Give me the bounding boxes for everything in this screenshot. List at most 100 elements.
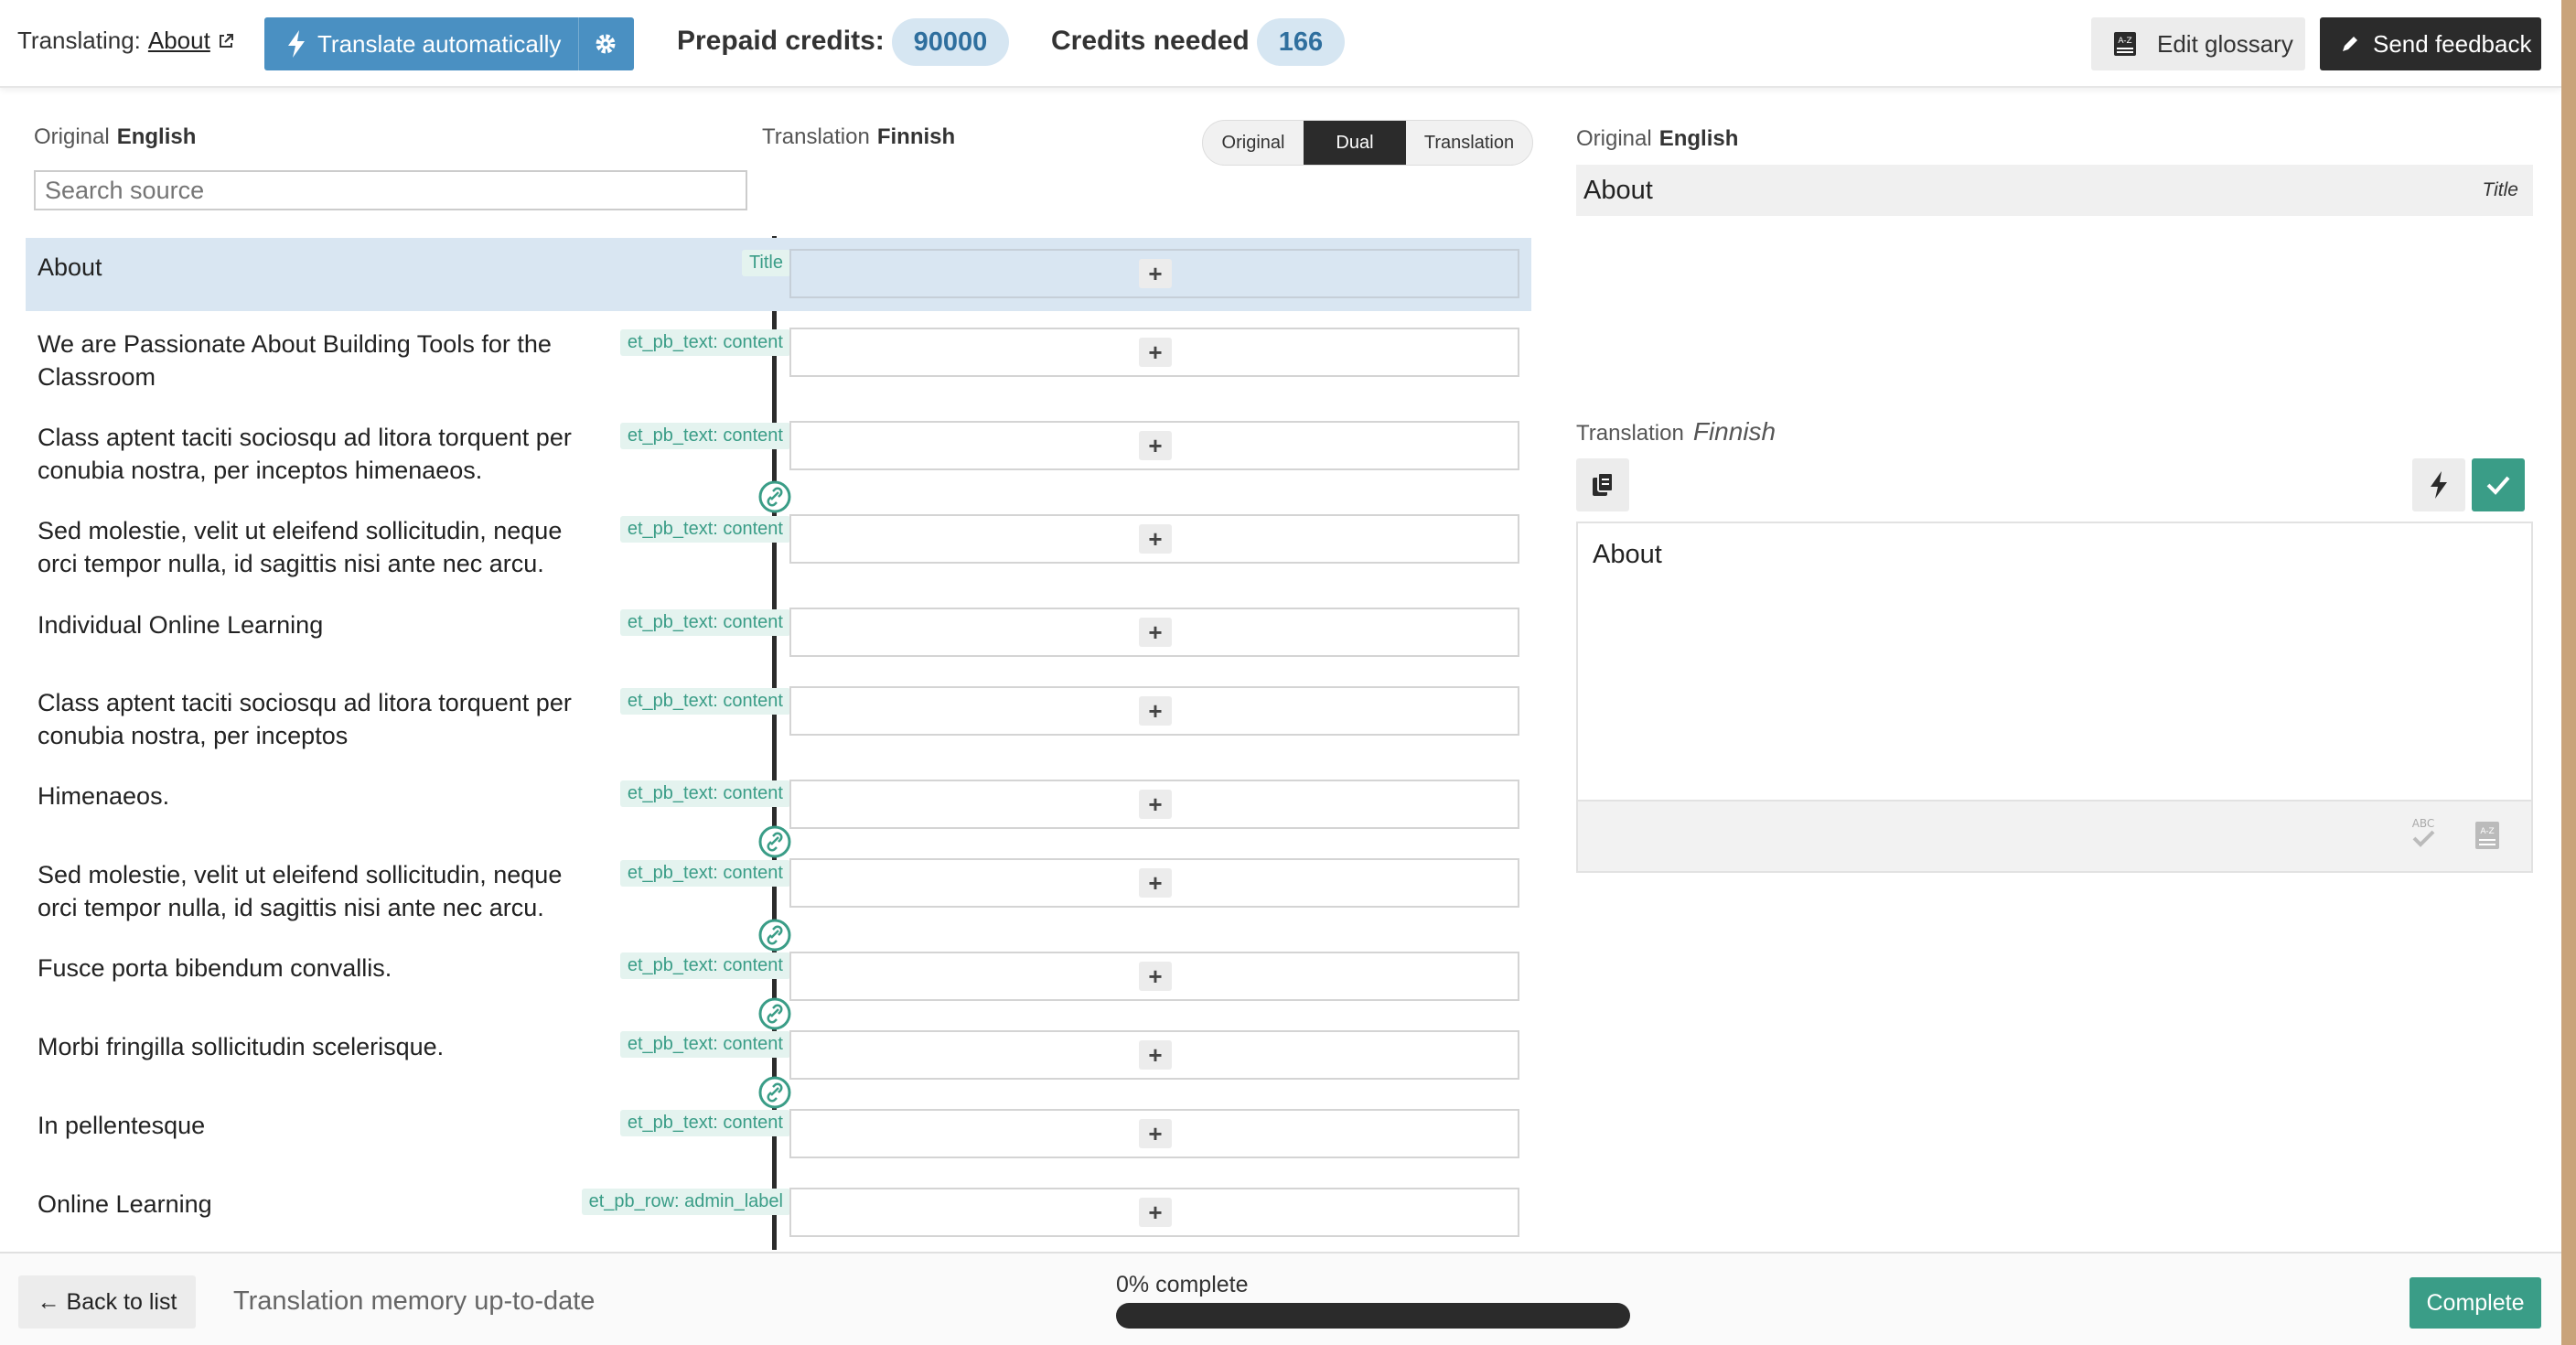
add-translation-button[interactable]: + <box>1139 1119 1172 1148</box>
link-icon[interactable] <box>758 1076 791 1109</box>
translating-label: Translating: <box>17 27 141 54</box>
translation-language: Finnish <box>876 124 956 149</box>
segment-target[interactable]: + <box>789 421 1519 470</box>
editor-footer: ABC A-Z <box>1578 800 2531 871</box>
link-icon[interactable] <box>758 997 791 1030</box>
segment-row[interactable]: We are Passionate About Building Tools f… <box>26 317 1531 399</box>
segment-target[interactable]: + <box>789 328 1519 377</box>
link-icon[interactable] <box>758 825 791 858</box>
bolt-icon <box>288 30 305 58</box>
view-mode-dual[interactable]: Dual <box>1304 121 1406 165</box>
segment-tag: Title <box>741 250 790 276</box>
add-translation-button[interactable]: + <box>1139 1040 1172 1070</box>
segment-tag: et_pb_row: admin_label <box>581 1189 790 1215</box>
page-link[interactable]: About <box>148 27 210 55</box>
credits-needed-label: Credits needed <box>1051 26 1250 56</box>
segment-source: Individual Online Learning <box>38 611 324 639</box>
add-translation-button[interactable]: + <box>1139 259 1172 288</box>
segment-target[interactable]: + <box>789 952 1519 1001</box>
add-translation-button[interactable]: + <box>1139 868 1172 898</box>
translation-editor[interactable]: About ABC A-Z <box>1576 522 2533 873</box>
translation-label: Translation <box>762 124 870 149</box>
detail-original-label: Original <box>1576 126 1652 151</box>
translate-automatically-label: Translate automatically <box>317 29 562 58</box>
segment-source: In pellentesque <box>38 1112 206 1139</box>
segment-target[interactable]: + <box>789 686 1519 736</box>
original-column-header: Original English <box>34 124 196 150</box>
edit-glossary-button[interactable]: A-Z Edit glossary <box>2091 17 2305 70</box>
view-mode-original[interactable]: Original <box>1203 121 1304 165</box>
complete-button[interactable]: Complete <box>2410 1277 2541 1329</box>
segment-tag: et_pb_text: content <box>619 609 790 636</box>
confirm-translation-button[interactable] <box>2472 458 2525 511</box>
translation-memory-status: Translation memory up-to-date <box>233 1286 596 1316</box>
check-icon <box>2486 476 2510 495</box>
add-translation-button[interactable]: + <box>1139 790 1172 819</box>
add-translation-button[interactable]: + <box>1139 962 1172 991</box>
segment-target[interactable]: + <box>789 608 1519 657</box>
segment-tag: et_pb_text: content <box>619 1110 790 1136</box>
segment-source: Sed molestie, velit ut eleifend sollicit… <box>38 861 563 921</box>
search-source-input[interactable] <box>34 170 747 210</box>
edit-glossary-label: Edit glossary <box>2157 29 2293 58</box>
segment-source: Online Learning <box>38 1190 212 1218</box>
add-translation-button[interactable]: + <box>1139 524 1172 554</box>
segment-target[interactable]: + <box>789 514 1519 564</box>
progress-bar <box>1116 1303 1630 1329</box>
add-translation-button[interactable]: + <box>1139 1198 1172 1227</box>
progress-label: 0% complete <box>1116 1272 1249 1297</box>
segment-row[interactable]: Individual Online Learning et_pb_text: c… <box>26 597 1531 670</box>
add-translation-button[interactable]: + <box>1139 338 1172 367</box>
translate-automatically-button[interactable]: Translate automatically <box>264 17 634 70</box>
copy-source-button[interactable] <box>1576 458 1629 511</box>
segment-target[interactable]: + <box>789 1030 1519 1080</box>
translating-indicator: Translating: About <box>17 27 234 55</box>
svg-text:ABC: ABC <box>2412 817 2435 830</box>
original-language: English <box>116 124 197 149</box>
back-to-list-button[interactable]: ← Back to list <box>18 1275 196 1329</box>
copy-icon <box>1593 472 1614 496</box>
top-bar: Translating: About Translate automatical… <box>0 0 2561 88</box>
segment-row[interactable]: In pellentesque et_pb_text: content + <box>26 1098 1531 1171</box>
segment-row[interactable]: Online Learning et_pb_row: admin_label + <box>26 1177 1531 1250</box>
segment-source: About <box>38 253 102 281</box>
pencil-icon <box>2343 37 2357 51</box>
send-feedback-label: Send feedback <box>2373 29 2532 58</box>
glossary-icon: A-Z <box>2114 32 2136 56</box>
segment-source: Fusce porta bibendum convallis. <box>38 954 392 982</box>
view-mode-toggle: Original Dual Translation <box>1202 120 1533 166</box>
link-icon[interactable] <box>758 480 791 513</box>
send-feedback-button[interactable]: Send feedback <box>2320 17 2541 70</box>
segment-source: Class aptent taciti sociosqu ad litora t… <box>38 424 572 484</box>
spellcheck-icon[interactable]: ABC <box>2407 816 2440 853</box>
segment-source: Class aptent taciti sociosqu ad litora t… <box>38 689 572 749</box>
detail-translation-label: Translation <box>1576 421 1684 446</box>
segment-target[interactable]: + <box>789 858 1519 908</box>
segment-row[interactable]: Sed molestie, velit ut eleifend sollicit… <box>26 503 1531 586</box>
segment-row[interactable]: Sed molestie, velit ut eleifend sollicit… <box>26 847 1531 930</box>
segment-row[interactable]: About Title + <box>26 238 1531 311</box>
external-link-icon[interactable] <box>218 33 234 49</box>
view-mode-translation[interactable]: Translation <box>1406 121 1532 165</box>
svg-text:A-Z: A-Z <box>2118 37 2131 46</box>
segment-target[interactable]: + <box>789 1109 1519 1158</box>
add-translation-button[interactable]: + <box>1139 618 1172 647</box>
translation-column-header: Translation Finnish <box>762 124 955 150</box>
detail-translation-language: Finnish <box>1692 417 1776 446</box>
gear-icon[interactable] <box>594 32 617 56</box>
segment-target[interactable]: + <box>789 1188 1519 1237</box>
bottom-bar: ← Back to list Translation memory up-to-… <box>0 1252 2561 1345</box>
segment-target[interactable]: + <box>789 780 1519 829</box>
svg-text:A-Z: A-Z <box>2480 827 2494 836</box>
segment-target[interactable]: + <box>789 249 1519 298</box>
detail-source-box: About Title <box>1576 165 2533 216</box>
glossary-icon[interactable]: A-Z <box>2473 820 2502 853</box>
auto-translate-segment-button[interactable] <box>2412 458 2465 511</box>
detail-original-header: Original English <box>1576 126 1738 152</box>
add-translation-button[interactable]: + <box>1139 696 1172 726</box>
segment-row[interactable]: Class aptent taciti sociosqu ad litora t… <box>26 675 1531 758</box>
segment-tag: et_pb_text: content <box>619 1031 790 1058</box>
link-icon[interactable] <box>758 919 791 952</box>
segment-tag: et_pb_text: content <box>619 688 790 715</box>
add-translation-button[interactable]: + <box>1139 431 1172 460</box>
